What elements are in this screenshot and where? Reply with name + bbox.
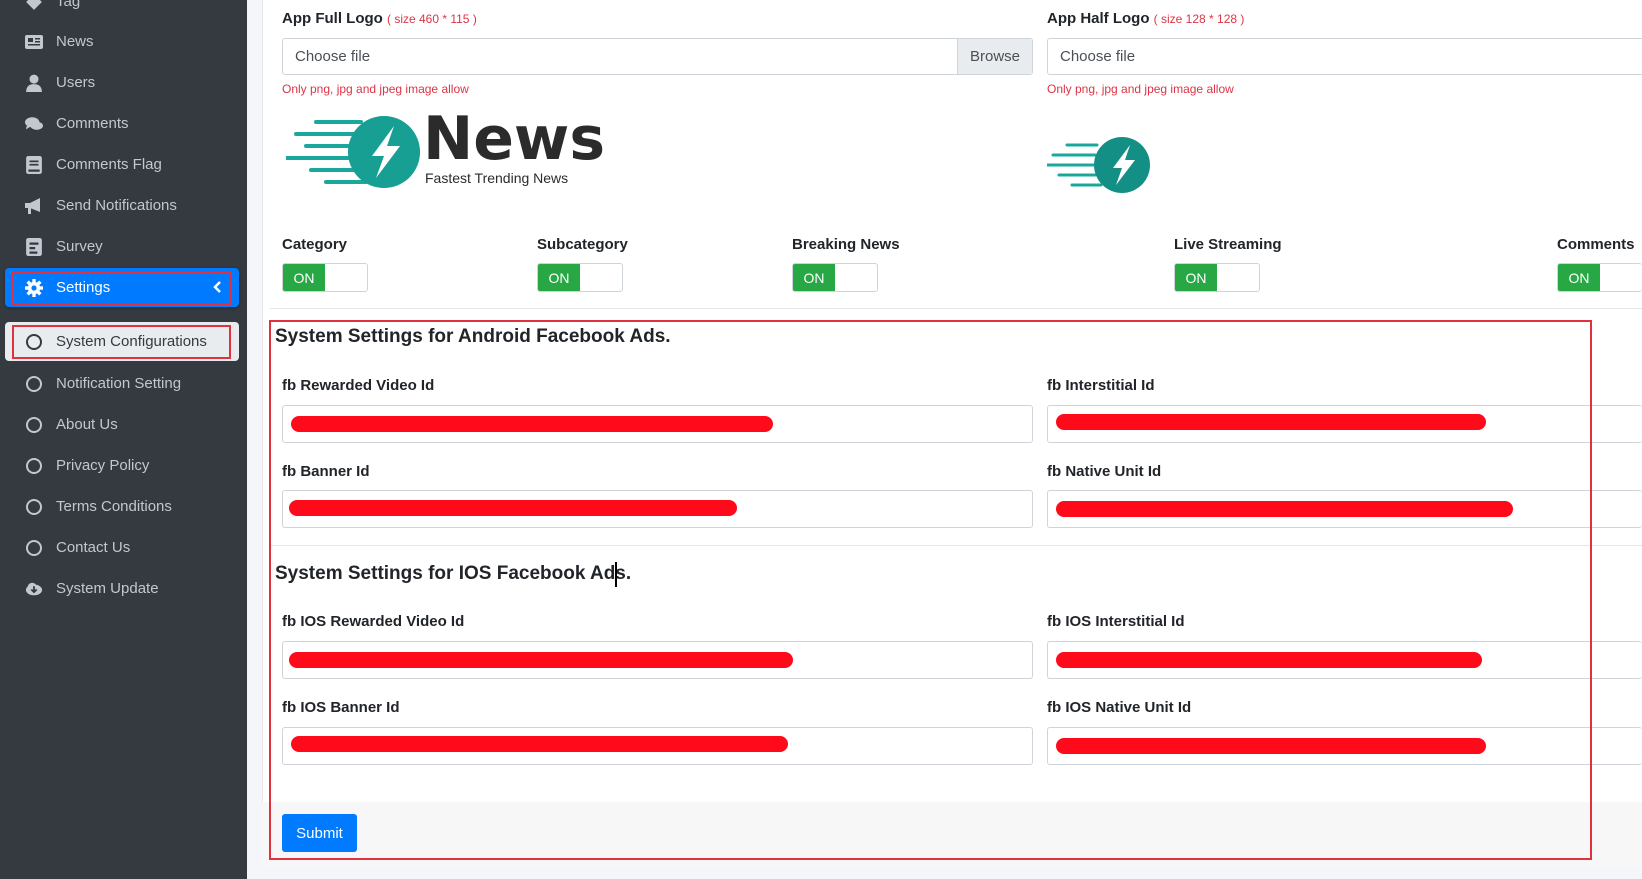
sidebar-item-comments[interactable]: Comments	[5, 104, 239, 143]
sidebar-item-label: Notification Setting	[56, 375, 182, 392]
sidebar-item-comments-flag[interactable]: Comments Flag	[5, 145, 239, 184]
sidebar-item-tag[interactable]: Tag	[5, 0, 239, 21]
sidebar-item-label: About Us	[56, 416, 118, 433]
live-streaming-label: Live Streaming	[1174, 236, 1282, 253]
sidebar-item-label: Send Notifications	[56, 197, 177, 214]
sidebar-item-label: Comments	[56, 115, 129, 132]
bullhorn-icon	[23, 197, 45, 215]
half-logo-image	[1045, 135, 1151, 195]
sidebar-item-terms-conditions[interactable]: Terms Conditions	[5, 487, 239, 526]
app-half-logo-label: App Half Logo ( size 128 * 128 )	[1047, 10, 1245, 27]
book-icon	[23, 155, 45, 174]
sidebar-item-label: Contact Us	[56, 539, 131, 556]
circle-icon	[23, 539, 45, 557]
sidebar-item-send-notifications[interactable]: Send Notifications	[5, 186, 239, 225]
sidebar-item-label: System Update	[56, 580, 159, 597]
divider	[270, 308, 1642, 309]
full-logo-note: Only png, jpg and jpeg image allow	[282, 82, 469, 96]
app-half-logo-file-input[interactable]: Choose file	[1047, 38, 1642, 75]
bolt-logo-small-icon	[1045, 137, 1150, 193]
sidebar-item-label: Privacy Policy	[56, 457, 150, 474]
sidebar-item-label: Terms Conditions	[56, 498, 172, 515]
browse-button[interactable]: Browse	[957, 39, 1032, 74]
circle-icon	[23, 498, 45, 516]
app-full-logo-label: App Full Logo ( size 460 * 115 )	[282, 10, 477, 27]
comments-toggle[interactable]: ON	[1557, 263, 1642, 292]
highlight-facebook-ads	[269, 320, 1592, 860]
cloud-download-icon	[23, 580, 45, 598]
sidebar-item-news[interactable]: News	[5, 22, 239, 61]
sidebar-item-contact-us[interactable]: Contact Us	[5, 528, 239, 567]
category-label: Category	[282, 236, 348, 253]
sidebar-item-privacy-policy[interactable]: Privacy Policy	[5, 446, 239, 485]
sidebar-item-label: Comments Flag	[56, 156, 162, 173]
highlight-settings	[12, 272, 231, 305]
circle-icon	[23, 457, 45, 475]
user-icon	[23, 74, 45, 92]
sidebar-item-label: News	[56, 33, 94, 50]
circle-icon	[23, 375, 45, 393]
brand-tagline: Fastest Trending News	[425, 170, 569, 186]
comments-label: Comments	[1557, 236, 1635, 253]
highlight-system-configurations	[12, 325, 231, 359]
half-logo-note: Only png, jpg and jpeg image allow	[1047, 82, 1234, 96]
sidebar-item-survey[interactable]: Survey	[5, 227, 239, 266]
circle-icon	[23, 416, 45, 434]
sidebar-item-label: Users	[56, 74, 96, 91]
sidebar-item-notification-setting[interactable]: Notification Setting	[5, 364, 239, 403]
breaking-news-toggle[interactable]: ON	[792, 263, 878, 292]
sidebar-item-label: Tag	[56, 0, 81, 10]
sidebar-item-users[interactable]: Users	[5, 63, 239, 102]
newspaper-icon	[23, 33, 45, 51]
sidebar-item-about-us[interactable]: About Us	[5, 405, 239, 444]
poll-icon	[23, 237, 45, 256]
sidebar-item-label: Survey	[56, 238, 103, 255]
comments-icon	[23, 115, 45, 133]
subcategory-label: Subcategory	[537, 236, 628, 253]
brand-name: News	[423, 104, 606, 174]
tag-icon	[23, 0, 45, 11]
app-full-logo-file-input[interactable]: Choose file Browse	[282, 38, 1033, 75]
category-toggle[interactable]: ON	[282, 263, 368, 292]
breaking-news-label: Breaking News	[792, 236, 900, 253]
sidebar: Tag News Users Comments Comments Flag Se…	[0, 0, 247, 879]
live-streaming-toggle[interactable]: ON	[1174, 263, 1260, 292]
sidebar-item-system-update[interactable]: System Update	[5, 569, 239, 608]
subcategory-toggle[interactable]: ON	[537, 263, 623, 292]
